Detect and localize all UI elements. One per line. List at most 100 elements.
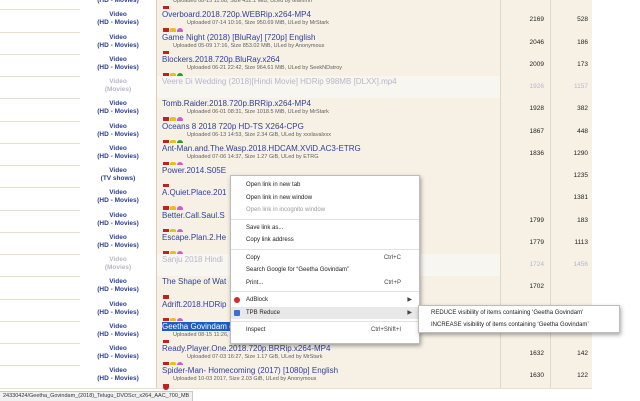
menu-item-open-link-in-new-tab[interactable]: Open link in new tab — [231, 179, 419, 191]
category-main[interactable]: Video — [80, 167, 156, 174]
category-main[interactable]: Video — [80, 367, 156, 374]
category-cell[interactable]: Video(HD - Movies) — [80, 0, 157, 10]
menu-item-label: Open link in incognito window — [246, 207, 326, 213]
category-main[interactable]: Video — [80, 278, 156, 285]
category-cell[interactable]: Video(HD - Movies) — [80, 343, 157, 366]
category-main[interactable]: Video — [80, 34, 156, 41]
category-sub[interactable]: (HD - Movies) — [80, 153, 156, 160]
torrent-title-link[interactable]: Overboard.2018.720p.WEBRip.x264-MP4 — [162, 10, 311, 19]
category-main[interactable]: Video — [80, 123, 156, 130]
torrent-title-link[interactable]: Better.Call.Saul.S — [162, 211, 225, 220]
category-main[interactable]: Video — [80, 234, 156, 241]
leechers-count: 1113 — [550, 231, 592, 254]
torrent-title-link[interactable]: Ready.Player.One.2018.720p.BRRip.x264-MP… — [162, 344, 330, 353]
menu-item-copy[interactable]: Copy Ctrl+C — [231, 252, 419, 264]
category-sub[interactable]: (TV shows) — [80, 175, 156, 182]
category-sub[interactable]: (HD - Movies) — [80, 64, 156, 71]
category-cell[interactable]: Video(HD - Movies) — [80, 231, 157, 254]
category-sub[interactable]: (HD - Movies) — [80, 286, 156, 293]
category-cell[interactable]: Video(HD - Movies) — [80, 365, 157, 388]
category-cell[interactable]: Video(HD - Movies) — [80, 209, 157, 232]
category-sub[interactable]: (HD - Movies) — [80, 19, 156, 26]
category-main[interactable]: Video — [80, 189, 156, 196]
category-cell[interactable]: Video (Movies) — [80, 76, 157, 99]
torrent-icons — [163, 288, 170, 302]
category-cell[interactable]: Video(HD - Movies) — [80, 276, 157, 299]
category-main[interactable]: Video — [80, 100, 156, 107]
torrent-title-link[interactable]: Adrift.2018.HDRip — [162, 300, 226, 309]
category-cell[interactable]: Video(HD - Movies) — [80, 142, 157, 165]
category-sub[interactable]: (HD - Movies) — [80, 375, 156, 382]
category-main[interactable]: Video — [80, 212, 156, 219]
torrent-title-link[interactable]: Spider-Man- Homecoming (2017) [1080p] En… — [162, 366, 338, 375]
category-main[interactable]: Video — [80, 301, 156, 308]
category-main[interactable]: Video — [80, 11, 156, 18]
menu-item-inspect[interactable]: Inspect Ctrl+Shift+I — [231, 324, 419, 336]
category-cell[interactable]: Video(HD - Movies) — [80, 98, 157, 121]
menu-item-tpb-reduce[interactable]: TPB Reduce ▶ — [231, 306, 419, 319]
torrent-icons — [163, 44, 170, 57]
torrent-title-link[interactable]: Power.2014.S05E — [162, 166, 226, 175]
leechers-count — [550, 276, 592, 299]
category-main[interactable]: Video — [80, 145, 156, 152]
category-main[interactable]: Video — [80, 323, 156, 330]
torrent-icons — [163, 133, 184, 146]
table-row: Video (HD - Movies) Blockers.2018.720p.Blu… — [0, 53, 640, 79]
category-cell[interactable]: Video(HD - Movies) — [80, 187, 157, 210]
torrent-title-link[interactable]: Sanju 2018 Hindi — [162, 255, 223, 264]
category-cell[interactable]: Video(HD - Movies) — [80, 53, 157, 76]
torrent-title-link[interactable]: Oceans 8 2018 720p HD-TS X264-CPG — [162, 122, 304, 131]
category-sub[interactable]: (Movies) — [80, 86, 156, 93]
menu-item-adblock[interactable]: AdBlock ▶ — [231, 294, 419, 306]
category-main[interactable]: Video — [80, 345, 156, 352]
category-cell[interactable]: Video (Movies) — [80, 254, 157, 277]
category-main[interactable]: Video — [80, 78, 156, 85]
adblock-icon — [234, 297, 240, 303]
category-sub[interactable]: (HD - Movies) — [80, 331, 156, 338]
increase-visibility-item[interactable]: INCREASE visibility of items containing … — [419, 319, 619, 331]
menu-item-search-google-for-geetha-govindam[interactable]: Search Google for “Geetha Govindam” — [231, 264, 419, 276]
category-cell[interactable]: Video(HD - Movies) — [80, 120, 157, 143]
menu-item-open-link-in-new-window[interactable]: Open link in new window — [231, 192, 419, 204]
category-main[interactable]: Video — [80, 256, 156, 263]
category-sub[interactable]: (HD - Movies) — [80, 242, 156, 249]
upload-info: Uploaded 06-01 08:31, Size 1018.5 MiB, U… — [187, 109, 329, 116]
torrent-title-link[interactable]: Blockers.2018.720p.BluRay.x264 — [162, 55, 280, 64]
category-sub[interactable]: (HD - Movies) — [80, 309, 156, 316]
details-cell: Spider-Man- Homecoming (2017) [1080p] En… — [157, 365, 500, 391]
menu-item-print[interactable]: Print... Ctrl+P — [231, 277, 419, 289]
table-row: Video (HD - Movies) Oceans 8 2018 720p HD-… — [0, 120, 640, 146]
category-cell[interactable]: Video (TV shows) — [80, 165, 157, 188]
torrent-title-link[interactable]: A.Quiet.Place.201 — [162, 188, 226, 197]
category-sub[interactable]: (HD - Movies) — [80, 197, 156, 204]
category-cell[interactable]: Video(HD - Movies) — [80, 320, 157, 343]
magnet-icon[interactable] — [163, 384, 169, 391]
leechers-count: 122 — [550, 365, 592, 388]
category-cell[interactable]: Video(HD - Movies) — [80, 298, 157, 321]
tpb-reduce-submenu: REDUCE visibility of items containing ‘G… — [418, 305, 620, 333]
category-cell[interactable]: Video(HD - Movies) — [80, 9, 157, 32]
seeders-count — [500, 165, 550, 188]
torrent-icons — [163, 199, 184, 213]
category-main[interactable]: Video — [80, 56, 156, 63]
category-sub[interactable]: (HD - Movies) — [80, 108, 156, 115]
menu-item-save-link-as[interactable]: Save link as... — [231, 222, 419, 234]
reduce-visibility-item[interactable]: REDUCE visibility of items containing ‘G… — [419, 307, 619, 319]
upload-info: Uploaded 07-03 16:27, Size 1.17 GiB, ULe… — [187, 354, 323, 360]
torrent-title-link[interactable]: Ant-Man.and.The.Wasp.2018.HDCAM.XViD.AC3… — [162, 144, 361, 153]
details-cell: Uploaded 08-15 11:08, Size 432.1 MiB, UL… — [157, 0, 500, 12]
details-cell: Blockers.2018.720p.BluRay.x264 Uploaded 0… — [157, 53, 500, 79]
torrent-title-link[interactable]: Escape.Plan.2.He — [162, 233, 226, 242]
category-sub[interactable]: (Movies) — [80, 264, 156, 271]
torrent-title-link[interactable]: Veere Di Wedding (2018)[Hindi Movie] HDR… — [162, 77, 397, 86]
torrent-title-link[interactable]: Game Night (2018) [BluRay] [720p] Englis… — [162, 33, 315, 42]
category-cell[interactable]: Video(HD - Movies) — [80, 31, 157, 54]
category-sub[interactable]: (HD - Movies) — [80, 42, 156, 49]
category-sub[interactable]: (HD - Movies) — [80, 353, 156, 360]
torrent-title-link[interactable]: The Shape of Wat — [162, 277, 226, 286]
category-sub[interactable]: (HD - Movies) — [80, 131, 156, 138]
menu-item-copy-link-address[interactable]: Copy link address — [231, 234, 419, 246]
category-sub[interactable]: (HD - Movies) — [80, 0, 156, 4]
category-sub[interactable]: (HD - Movies) — [80, 220, 156, 227]
torrent-title-link[interactable]: Tomb.Raider.2018.720p.BRRip.x264-MP4 — [162, 99, 311, 108]
